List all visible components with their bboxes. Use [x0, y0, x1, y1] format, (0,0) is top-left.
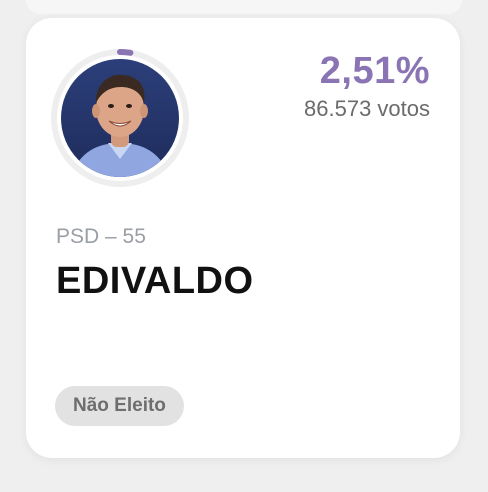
vote-percentage: 2,51% — [319, 50, 430, 92]
candidate-card[interactable]: 2,51% 86.573 votos PSD – 55 EDIVALDO Não… — [26, 18, 460, 458]
status-badge: Não Eleito — [55, 386, 184, 426]
candidate-name: EDIVALDO — [56, 260, 254, 302]
party-number: PSD – 55 — [56, 225, 146, 248]
candidate-avatar — [50, 48, 190, 188]
previous-card-edge — [26, 0, 462, 14]
candidate-photo — [61, 59, 179, 177]
vote-count: 86.573 votos — [304, 96, 430, 121]
